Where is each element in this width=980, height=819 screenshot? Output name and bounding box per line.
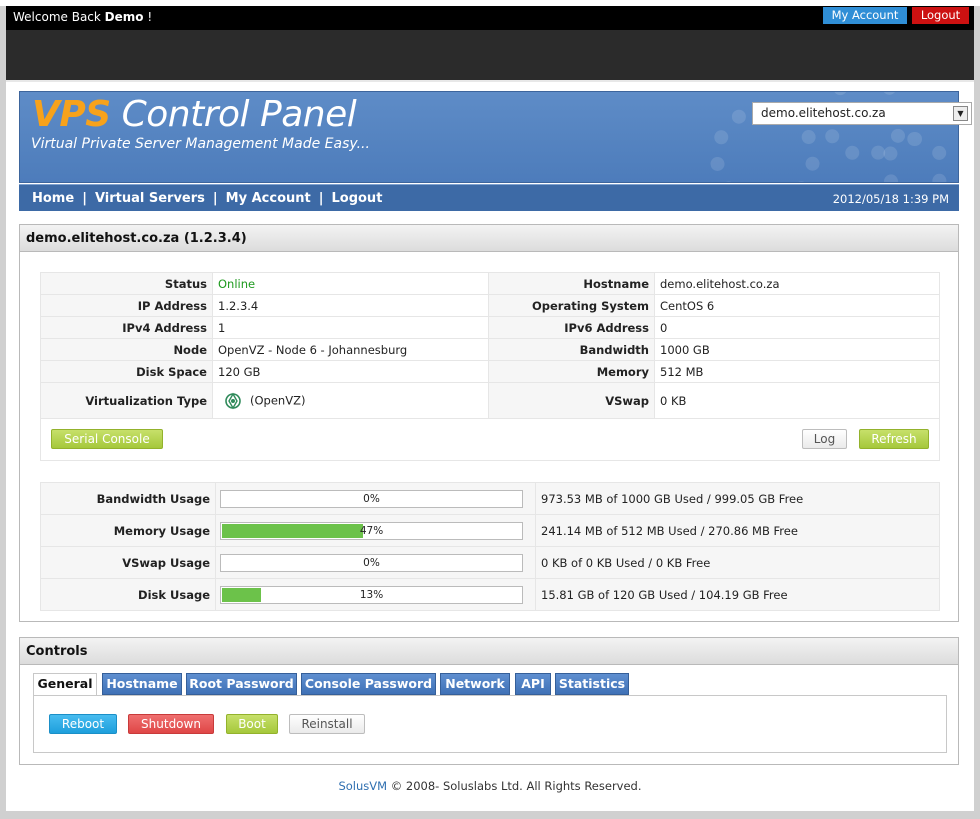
ip-address-value: 1.2.3.4 [212,294,489,317]
disk-space-value: 120 GB [212,360,489,383]
shutdown-button[interactable]: Shutdown [128,714,214,734]
memory-usage-percent: 47% [359,524,384,537]
bandwidth-usage-label: Bandwidth Usage [40,482,216,515]
node-value: OpenVZ - Node 6 - Johannesburg [212,338,489,361]
os-value: CentOS 6 [654,294,940,317]
tab-general[interactable]: General [33,673,97,696]
ipv4-value: 1 [212,316,489,339]
top-dark-band [6,30,974,82]
nav-logout[interactable]: Logout [331,191,382,206]
tab-content-general: Reboot Shutdown Boot Reinstall [33,695,947,753]
memory-usage-bar: 47% [220,521,523,540]
top-bar: Welcome Back Demo ! My Account Logout [6,6,974,30]
memory-usage-detail: 241.14 MB of 512 MB Used / 270.86 MB Fre… [535,514,940,547]
disk-usage-bar: 13% [220,585,523,604]
refresh-button[interactable]: Refresh [859,429,929,449]
my-account-button[interactable]: My Account [823,7,907,24]
usage-row: VSwap Usage 0% 0 KB of 0 KB Used / 0 KB … [40,546,940,579]
vswap-usage-percent: 0% [363,556,380,569]
openvz-logo-icon [225,392,241,409]
nav-virtual-servers[interactable]: Virtual Servers [95,191,205,206]
bandwidth-usage-detail: 973.53 MB of 1000 GB Used / 999.05 GB Fr… [535,482,940,515]
memory-usage-label: Memory Usage [40,514,216,547]
bandwidth-label: Bandwidth [488,338,655,361]
app-title-accent: VPS [32,94,111,135]
server-details-table: Status Online Hostname demo.elitehost.co… [40,272,940,461]
ipv6-value: 0 [654,316,940,339]
footer: SolusVM © 2008- Soluslabs Ltd. All Right… [0,779,980,793]
nav-my-account[interactable]: My Account [226,191,311,206]
bandwidth-usage-percent: 0% [363,492,380,505]
vswap-usage-label: VSwap Usage [40,546,216,579]
usage-row: Disk Usage 13% 15.81 GB of 120 GB Used /… [40,578,940,611]
dropdown-arrow-icon[interactable]: ▼ [953,106,968,121]
status-value: Online [212,272,489,295]
controls-heading: Controls [20,638,958,665]
tab-hostname[interactable]: Hostname [102,673,182,695]
tab-root-password[interactable]: Root Password [186,673,297,695]
ipv4-label: IPv4 Address [40,316,213,339]
server-select[interactable]: demo.elitehost.co.za ▼ [752,102,972,125]
server-select-value: demo.elitehost.co.za [761,106,886,120]
vswap-value: 0 KB [654,382,940,419]
app-title: VPS Control Panel [32,94,357,135]
tab-api[interactable]: API [515,673,551,695]
footer-copyright: © 2008- Soluslabs Ltd. All Rights Reserv… [387,779,642,793]
app-title-rest: Control Panel [110,94,357,135]
disk-usage-detail: 15.81 GB of 120 GB Used / 104.19 GB Free [535,578,940,611]
ip-address-label: IP Address [40,294,213,317]
hostname-value: demo.elitehost.co.za [654,272,940,295]
ipv6-label: IPv6 Address [488,316,655,339]
logout-button[interactable]: Logout [912,7,969,24]
welcome-prefix: Welcome Back [13,10,101,24]
virtualization-type-value: (OpenVZ) [250,393,306,407]
boot-button[interactable]: Boot [226,714,278,734]
disk-usage-label: Disk Usage [40,578,216,611]
main-nav: Home | Virtual Servers | My Account | Logout 2… [19,184,959,211]
bandwidth-usage-bar: 0% [220,489,523,508]
hostname-label: Hostname [488,272,655,295]
reinstall-button[interactable]: Reinstall [289,714,365,734]
welcome-message: Welcome Back Demo ! [13,10,152,24]
log-button[interactable]: Log [802,429,847,449]
bandwidth-value: 1000 GB [654,338,940,361]
footer-brand-link[interactable]: SolusVM [338,779,387,793]
app-subtitle: Virtual Private Server Management Made E… [31,136,370,152]
serial-console-button[interactable]: Serial Console [51,429,163,449]
virtualization-type-label: Virtualization Type [40,382,213,419]
usage-row: Memory Usage 47% 241.14 MB of 512 MB Use… [40,514,940,547]
disk-space-label: Disk Space [40,360,213,383]
os-label: Operating System [488,294,655,317]
usage-row: Bandwidth Usage 0% 973.53 MB of 1000 GB … [40,482,940,515]
vswap-usage-detail: 0 KB of 0 KB Used / 0 KB Free [535,546,940,579]
disk-usage-percent: 13% [359,588,384,601]
memory-label: Memory [488,360,655,383]
vswap-usage-bar: 0% [220,553,523,572]
node-label: Node [40,338,213,361]
usage-table: Bandwidth Usage 0% 973.53 MB of 1000 GB … [40,482,940,611]
welcome-suffix: ! [143,10,153,24]
current-datetime: 2012/05/18 1:39 PM [832,192,949,206]
tab-statistics[interactable]: Statistics [555,673,629,695]
server-heading: demo.elitehost.co.za (1.2.3.4) [20,225,958,252]
status-label: Status [40,272,213,295]
nav-home[interactable]: Home [32,191,74,206]
controls-panel: Controls General Hostname Root Password … [19,637,959,765]
server-info-panel: demo.elitehost.co.za (1.2.3.4) Status On… [19,224,959,622]
tab-console-password[interactable]: Console Password [301,673,436,695]
username: Demo [104,10,144,24]
vswap-label: VSwap [488,382,655,419]
virtualization-type-cell: (OpenVZ) [212,382,489,419]
reboot-button[interactable]: Reboot [49,714,117,734]
tab-network[interactable]: Network [440,673,510,695]
memory-value: 512 MB [654,360,940,383]
